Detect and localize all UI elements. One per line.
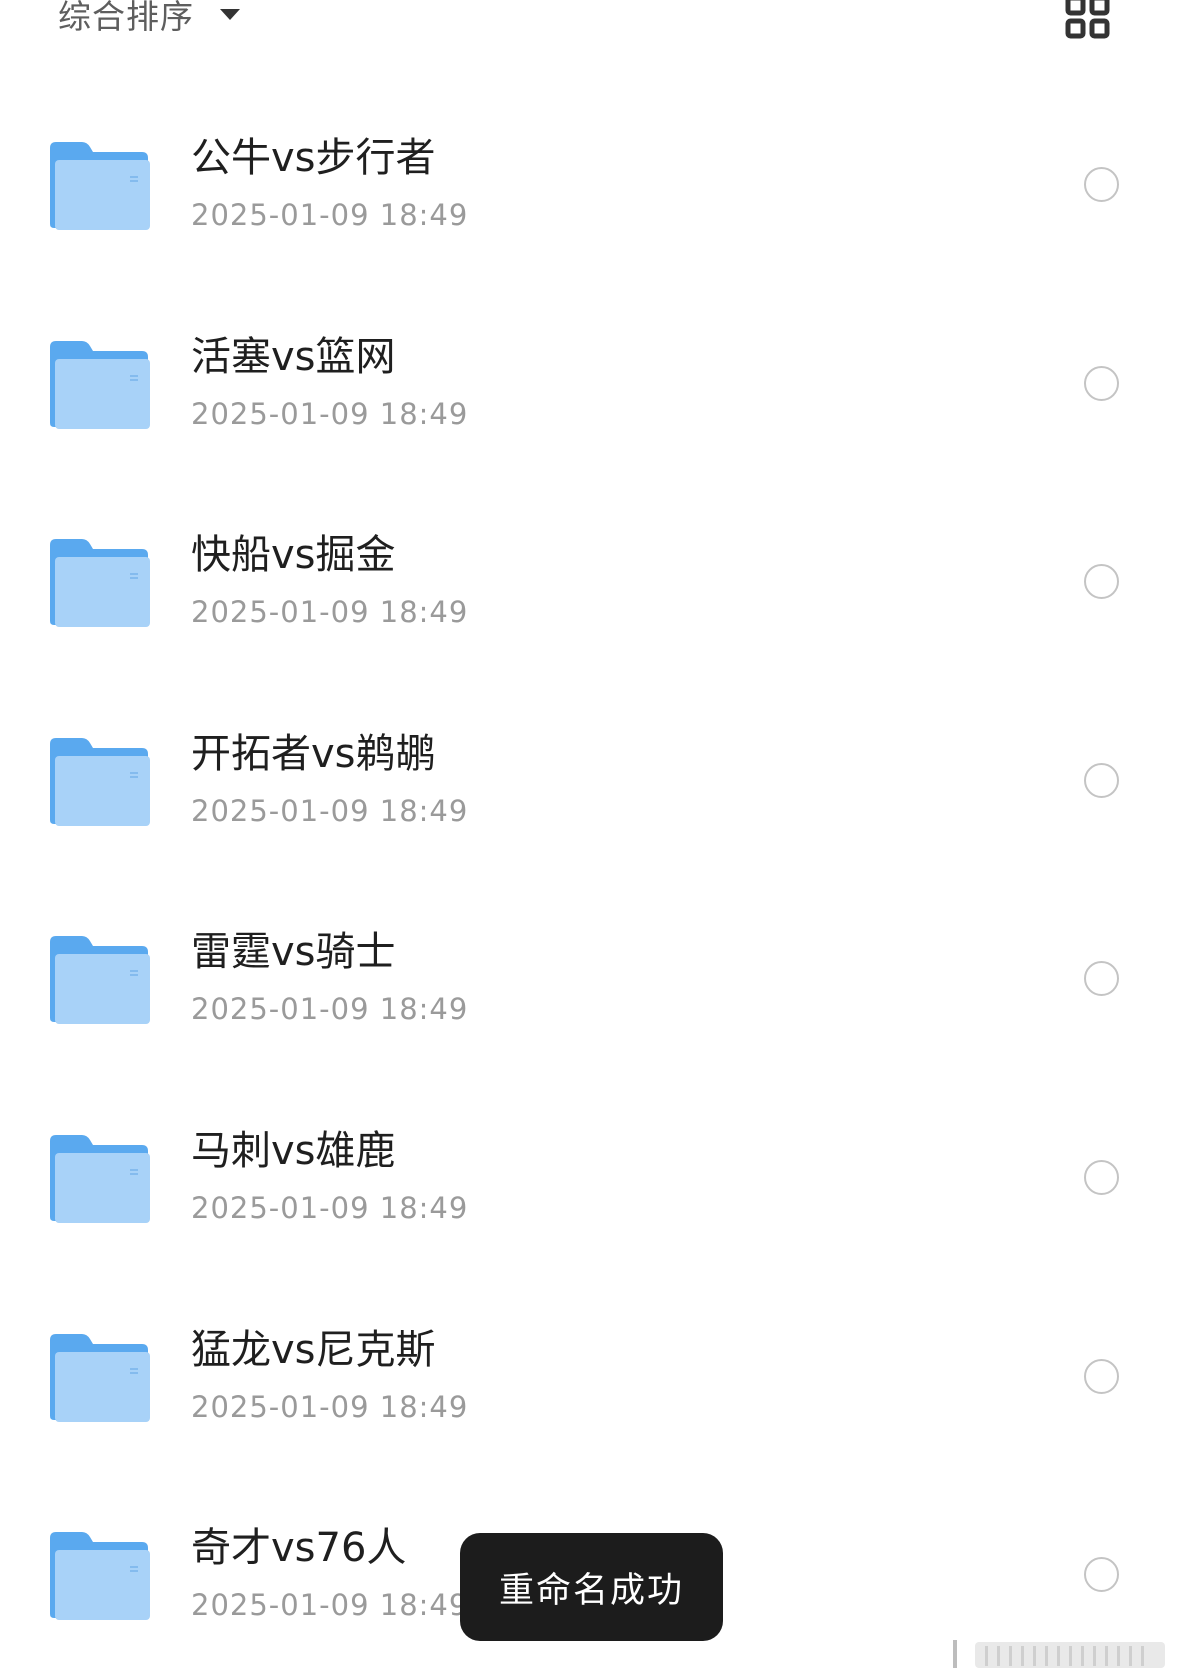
folder-row[interactable]: 快船vs掘金 2025-01-09 18:49 [0,487,1179,686]
toast-notification: 重命名成功 [460,1533,723,1641]
sort-label: 综合排序 [58,0,194,36]
folder-row[interactable]: 开拓者vs鹈鹕 2025-01-09 18:49 [0,686,1179,885]
folder-icon [50,142,150,230]
top-toolbar: 综合排序 [0,0,1179,60]
folder-row[interactable]: 雷霆vs骑士 2025-01-09 18:49 [0,884,1179,1083]
folder-icon [50,1532,150,1621]
folder-icon [50,1134,150,1223]
folder-name: 马刺vs雄鹿 [191,1127,396,1174]
folder-row[interactable]: 马刺vs雄鹿 2025-01-09 18:49 [0,1083,1179,1282]
select-radio[interactable] [1084,365,1119,401]
folder-date: 2025-01-09 18:49 [191,396,469,431]
folder-date: 2025-01-09 18:49 [191,1588,469,1623]
folder-name: 奇才vs76人 [191,1525,407,1572]
select-radio[interactable] [1084,961,1119,997]
folder-name: 雷霆vs骑士 [191,929,396,976]
toast-message: 重命名成功 [498,1570,684,1611]
folder-icon [50,1333,150,1422]
folder-date: 2025-01-09 18:49 [191,198,469,232]
folder-icon [50,340,150,429]
folder-date: 2025-01-09 18:49 [191,1190,469,1225]
folder-icon [50,936,150,1025]
folder-row[interactable]: 活塞vs篮网 2025-01-09 18:49 [0,289,1179,488]
folder-name: 公牛vs步行者 [191,135,436,181]
grid-view-icon [1065,0,1110,39]
folder-date: 2025-01-09 18:49 [191,595,469,630]
select-radio[interactable] [1084,564,1119,600]
caret-down-icon [220,8,240,20]
folder-date: 2025-01-09 18:49 [191,1389,469,1424]
folder-icon [50,737,150,826]
folder-name: 猛龙vs尼克斯 [191,1326,436,1373]
select-radio[interactable] [1084,1557,1119,1593]
bottom-bar-fragment [953,1640,1165,1668]
folder-date: 2025-01-09 18:49 [191,992,469,1027]
folder-list: 公牛vs步行者 2025-01-09 18:49 活塞vs篮网 2025-01-… [0,90,1179,1679]
select-radio[interactable] [1084,1358,1119,1394]
folder-name: 开拓者vs鹈鹕 [191,730,436,777]
select-radio[interactable] [1084,762,1119,798]
select-radio[interactable] [1084,167,1119,202]
folder-row[interactable]: 猛龙vs尼克斯 2025-01-09 18:49 [0,1282,1179,1481]
select-radio[interactable] [1084,1159,1119,1195]
folder-icon [50,539,150,628]
grid-view-button[interactable] [1064,0,1112,40]
sort-dropdown[interactable]: 综合排序 [58,0,240,42]
folder-name: 快船vs掘金 [191,532,396,579]
folder-date: 2025-01-09 18:49 [191,793,469,828]
folder-row[interactable]: 公牛vs步行者 2025-01-09 18:49 [0,90,1179,289]
folder-name: 活塞vs篮网 [191,333,396,380]
